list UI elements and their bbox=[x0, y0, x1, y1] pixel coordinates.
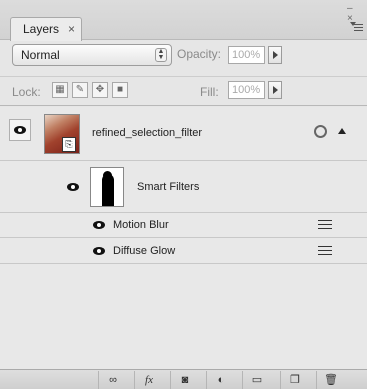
layer-name[interactable]: refined_selection_filter bbox=[92, 127, 202, 139]
layers-panel: Layers × – × Normal ▲ ▼ Opacity: 100% Loc… bbox=[0, 0, 367, 389]
trash-icon[interactable]: 🗑 bbox=[316, 371, 345, 389]
new-layer-icon[interactable]: ❐ bbox=[280, 371, 309, 389]
fill-slider-arrow-icon[interactable] bbox=[268, 81, 282, 99]
collapse-triangle-icon[interactable] bbox=[338, 128, 346, 134]
smart-filter-mask-thumbnail[interactable] bbox=[90, 167, 124, 207]
layer-row[interactable]: ⎘ refined_selection_filter bbox=[0, 107, 367, 161]
mask-icon[interactable]: ◙ bbox=[170, 371, 199, 389]
filter-blending-options-icon[interactable] bbox=[318, 220, 332, 230]
panel-menu-icon[interactable] bbox=[350, 22, 364, 36]
lock-position-icon[interactable]: ✥ bbox=[92, 82, 108, 98]
lock-pixels-brush-icon[interactable]: ✎ bbox=[72, 82, 88, 98]
adjustment-icon[interactable]: ◐ bbox=[206, 371, 235, 389]
smart-filters-eye-icon[interactable] bbox=[67, 183, 79, 191]
filter-name: Motion Blur bbox=[113, 219, 169, 231]
group-folder-icon[interactable]: ▭ bbox=[242, 371, 271, 389]
fill-field[interactable]: 100% bbox=[228, 81, 265, 99]
panel-tab-bar: Layers × – × bbox=[0, 0, 367, 41]
layers-list: ⎘ refined_selection_filter Smart Filters… bbox=[0, 107, 367, 369]
smart-filter-icon bbox=[314, 125, 327, 138]
opacity-field[interactable]: 100% bbox=[228, 46, 265, 64]
tab-layers[interactable]: Layers × bbox=[10, 17, 82, 41]
smart-object-badge-icon: ⎘ bbox=[62, 137, 76, 152]
close-icon[interactable]: × bbox=[68, 18, 75, 40]
smart-filters-label: Smart Filters bbox=[137, 181, 200, 193]
filter-blending-options-icon[interactable] bbox=[318, 246, 332, 256]
blend-opacity-row: Normal ▲ ▼ Opacity: 100% bbox=[0, 40, 367, 76]
filter-name: Diffuse Glow bbox=[113, 245, 176, 257]
lock-transparency-icon[interactable]: ▦ bbox=[52, 82, 68, 98]
filter-row-diffuse-glow[interactable]: Diffuse Glow bbox=[0, 239, 367, 264]
bottom-toolbar: ∞ fx ◙ ◐ ▭ ❐ 🗑 bbox=[0, 369, 367, 389]
fx-icon[interactable]: fx bbox=[134, 371, 163, 389]
eye-icon bbox=[14, 126, 26, 134]
fill-label: Fill: bbox=[200, 85, 219, 99]
lock-label: Lock: bbox=[12, 85, 41, 99]
lock-fill-row: Lock: ▦ ✎ ✥ ■ Fill: 100% bbox=[0, 76, 367, 106]
opacity-slider-arrow-icon[interactable] bbox=[268, 46, 282, 64]
blend-mode-stepper-icon[interactable]: ▲ ▼ bbox=[155, 48, 167, 62]
diffuse-glow-eye-icon[interactable] bbox=[93, 247, 105, 255]
silhouette-shape bbox=[102, 171, 114, 206]
lock-all-icon[interactable]: ■ bbox=[112, 82, 128, 98]
collapse-panel-icon[interactable]: – × bbox=[347, 4, 361, 24]
smart-filters-row[interactable]: Smart Filters bbox=[0, 161, 367, 213]
tab-layers-label: Layers bbox=[23, 22, 60, 36]
opacity-label: Opacity: bbox=[177, 47, 222, 61]
motion-blur-eye-icon[interactable] bbox=[93, 221, 105, 229]
blend-mode-value: Normal bbox=[21, 48, 60, 62]
blend-mode-select[interactable]: Normal ▲ ▼ bbox=[12, 44, 172, 66]
filter-row-motion-blur[interactable]: Motion Blur bbox=[0, 213, 367, 238]
layer-visibility-toggle[interactable] bbox=[9, 119, 31, 141]
link-icon[interactable]: ∞ bbox=[98, 371, 127, 389]
